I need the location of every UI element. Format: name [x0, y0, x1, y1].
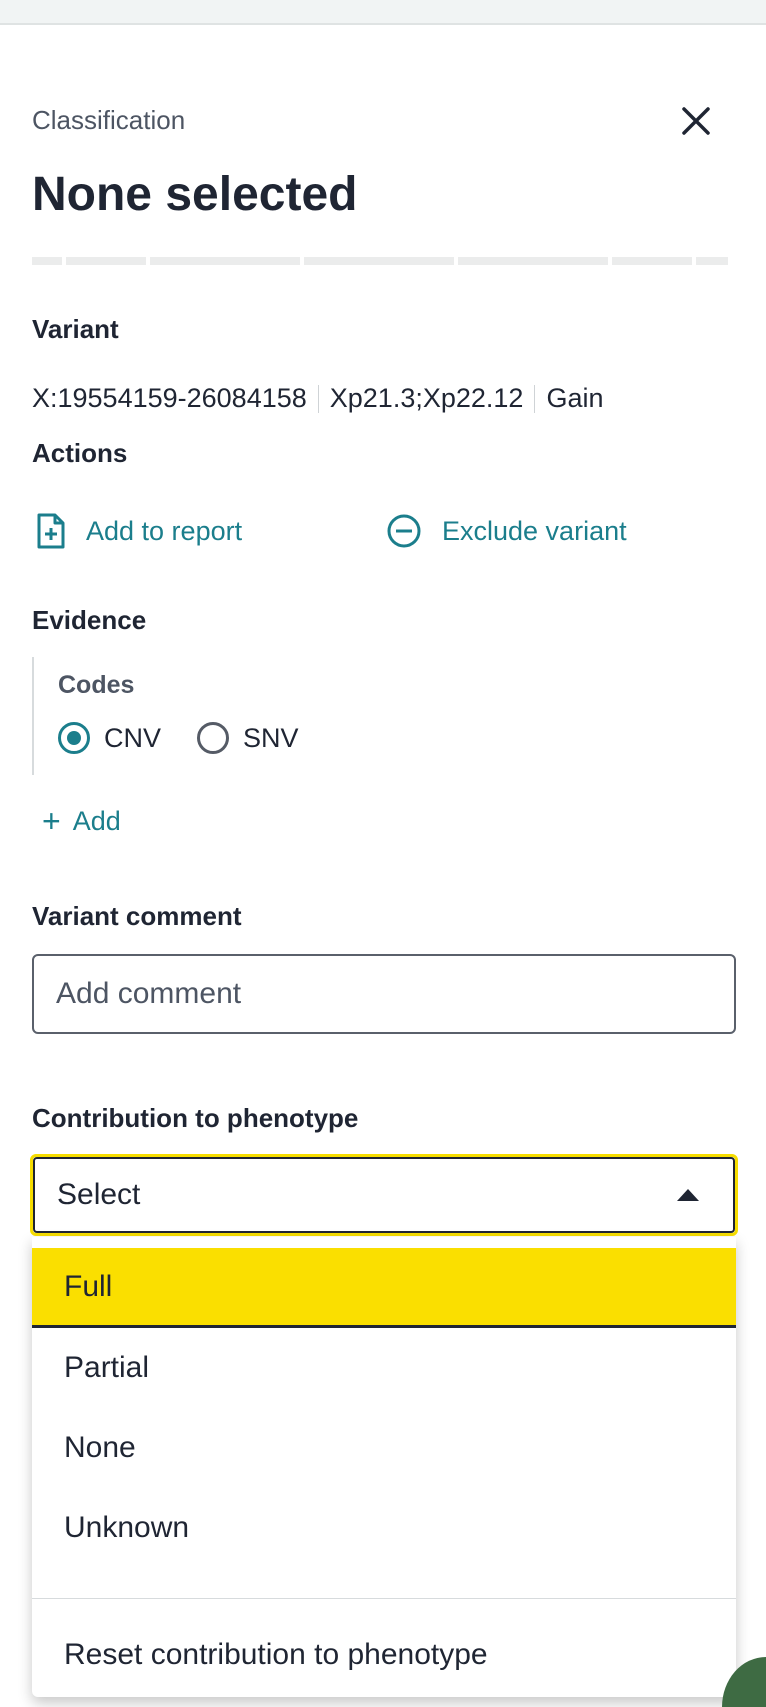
contribution-select-focus-ring: Select [30, 1154, 738, 1236]
progress-segment [696, 257, 728, 265]
add-evidence-button[interactable]: + Add [42, 805, 121, 837]
select-value: Select [57, 1178, 141, 1211]
variant-coordinates: X:19554159-26084158 [32, 383, 307, 413]
caret-up-icon [677, 1189, 699, 1201]
radio-label: CNV [104, 722, 162, 753]
reset-contribution-option[interactable]: Reset contribution to phenotype [32, 1599, 736, 1697]
option-partial[interactable]: Partial [32, 1328, 736, 1408]
progress-segment [458, 257, 608, 265]
minus-circle-icon [387, 514, 421, 548]
variant-comment-heading: Variant comment [32, 901, 242, 931]
option-full[interactable]: Full [32, 1248, 736, 1328]
progress-segment [150, 257, 300, 265]
classification-panel: Classification None selected Variant X:1… [0, 23, 766, 1707]
exclude-variant-label: Exclude variant [442, 515, 627, 546]
page-title: None selected [32, 168, 358, 221]
separator [317, 384, 319, 413]
contribution-heading: Contribution to phenotype [32, 1103, 359, 1133]
close-button[interactable] [676, 101, 716, 141]
variant-details: X:19554159-26084158 Xp21.3;Xp22.12 Gain [32, 383, 603, 414]
evidence-codes-group: Codes CNV SNV [32, 657, 335, 775]
plus-icon: + [42, 803, 61, 839]
variant-heading: Variant [32, 314, 119, 344]
exclude-variant-button[interactable]: Exclude variant [386, 513, 627, 549]
add-evidence-label: Add [72, 805, 121, 836]
close-icon [682, 107, 710, 135]
evidence-heading: Evidence [32, 605, 147, 635]
radio-cnv[interactable]: CNV [58, 722, 161, 754]
option-unknown[interactable]: Unknown [32, 1488, 736, 1568]
radio-snv[interactable]: SNV [197, 722, 299, 754]
panel-eyebrow: Classification [32, 105, 186, 135]
radio-unselected-icon [197, 722, 230, 754]
variant-comment-input[interactable] [32, 954, 736, 1034]
actions-heading: Actions [32, 438, 128, 468]
radio-label: SNV [243, 722, 299, 753]
add-to-report-button[interactable]: Add to report [36, 513, 242, 549]
variant-cytoband: Xp21.3;Xp22.12 [329, 383, 524, 413]
menu-spacer [32, 1237, 736, 1248]
codes-radio-group: CNV SNV [58, 722, 335, 754]
option-none[interactable]: None [32, 1408, 736, 1488]
add-document-icon [37, 513, 65, 549]
separator [534, 384, 536, 413]
variant-type: Gain [546, 383, 604, 413]
contribution-select[interactable]: Select [33, 1157, 735, 1233]
codes-label: Codes [58, 671, 135, 699]
classification-progress-bar [32, 257, 736, 265]
progress-segment [304, 257, 454, 265]
progress-segment [612, 257, 692, 265]
add-to-report-label: Add to report [86, 515, 243, 546]
radio-selected-icon [58, 722, 90, 754]
contribution-dropdown-menu: Full Partial None Unknown Reset contribu… [32, 1237, 736, 1697]
progress-segment [32, 257, 62, 265]
progress-segment [66, 257, 146, 265]
